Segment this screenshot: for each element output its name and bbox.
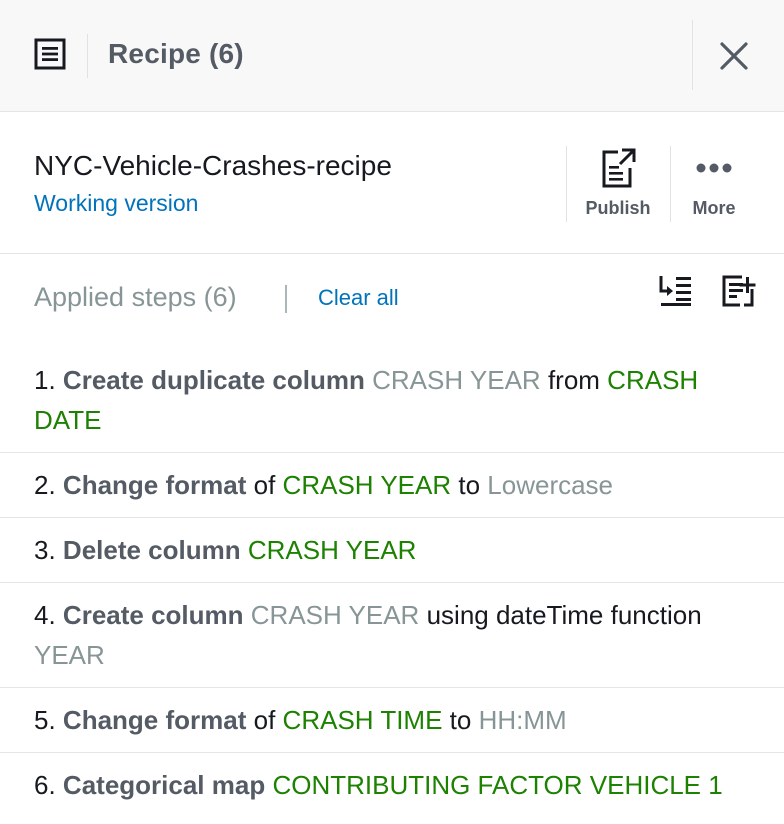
step-param: CONTRIBUTING FACTOR VEHICLE 1 — [272, 770, 723, 800]
step-item[interactable]: 2. Change format of CRASH YEAR to Lowerc… — [0, 453, 784, 518]
header-divider — [87, 34, 88, 78]
step-param: YEAR — [34, 640, 105, 670]
step-param: CRASH YEAR — [282, 470, 452, 500]
step-number: 5. — [34, 705, 56, 735]
step-connector: to — [449, 705, 472, 735]
step-param: CRASH YEAR — [247, 535, 417, 565]
publish-label: Publish — [585, 198, 651, 218]
step-item[interactable]: 3. Delete column CRASH YEAR — [0, 518, 784, 583]
more-label: More — [692, 198, 736, 218]
recipe-list-icon[interactable] — [34, 38, 66, 70]
publish-button[interactable]: Publish — [568, 146, 668, 226]
step-item[interactable]: 1. Create duplicate column CRASH YEAR fr… — [0, 348, 784, 453]
step-param: Lowercase — [487, 470, 614, 500]
step-param: CRASH TIME — [282, 705, 443, 735]
step-action: Categorical map — [62, 770, 266, 800]
close-icon[interactable] — [718, 40, 750, 72]
step-number: 3. — [34, 535, 56, 565]
step-action: Change format — [62, 705, 247, 735]
recipe-panel: Recipe (6) NYC-Vehicle-Crashes-recipe Wo… — [0, 0, 784, 824]
expand-steps-icon[interactable] — [658, 273, 694, 309]
step-number: 1. — [34, 365, 56, 395]
step-connector: using dateTime function — [426, 600, 702, 630]
step-number: 4. — [34, 600, 56, 630]
applied-steps-header: Applied steps (6) Clear all — [0, 255, 784, 339]
working-version-link[interactable]: Working version — [34, 190, 198, 217]
step-item[interactable]: 5. Change format of CRASH TIME to HH:MM — [0, 688, 784, 753]
step-action: Create duplicate column — [62, 365, 365, 395]
step-action: Delete column — [62, 535, 241, 565]
step-connector: of — [253, 705, 276, 735]
step-param: CRASH YEAR — [250, 600, 420, 630]
step-item[interactable]: 4. Create column CRASH YEAR using dateTi… — [0, 583, 784, 688]
applied-steps-title: Applied steps (6) — [34, 282, 237, 312]
step-connector: to — [458, 470, 481, 500]
action-divider — [566, 146, 567, 222]
more-icon — [664, 146, 764, 192]
header-divider — [692, 20, 693, 90]
step-number: 6. — [34, 770, 56, 800]
step-action: Create column — [62, 600, 244, 630]
applied-steps-list: 1. Create duplicate column CRASH YEAR fr… — [0, 348, 784, 817]
steps-divider — [285, 285, 287, 313]
step-number: 2. — [34, 470, 56, 500]
publish-icon — [568, 146, 668, 192]
step-param: HH:MM — [478, 705, 567, 735]
more-button[interactable]: More — [664, 146, 764, 226]
clear-all-link[interactable]: Clear all — [318, 285, 399, 311]
panel-title: Recipe (6) — [108, 38, 244, 69]
recipe-name: NYC-Vehicle-Crashes-recipe — [34, 150, 392, 181]
step-action: Change format — [62, 470, 247, 500]
step-connector: from — [547, 365, 600, 395]
panel-header: Recipe (6) — [0, 0, 784, 112]
step-param: CRASH YEAR — [372, 365, 541, 395]
step-connector: of — [253, 470, 276, 500]
add-step-icon[interactable] — [720, 273, 756, 309]
step-item[interactable]: 6. Categorical map CONTRIBUTING FACTOR V… — [0, 753, 784, 817]
